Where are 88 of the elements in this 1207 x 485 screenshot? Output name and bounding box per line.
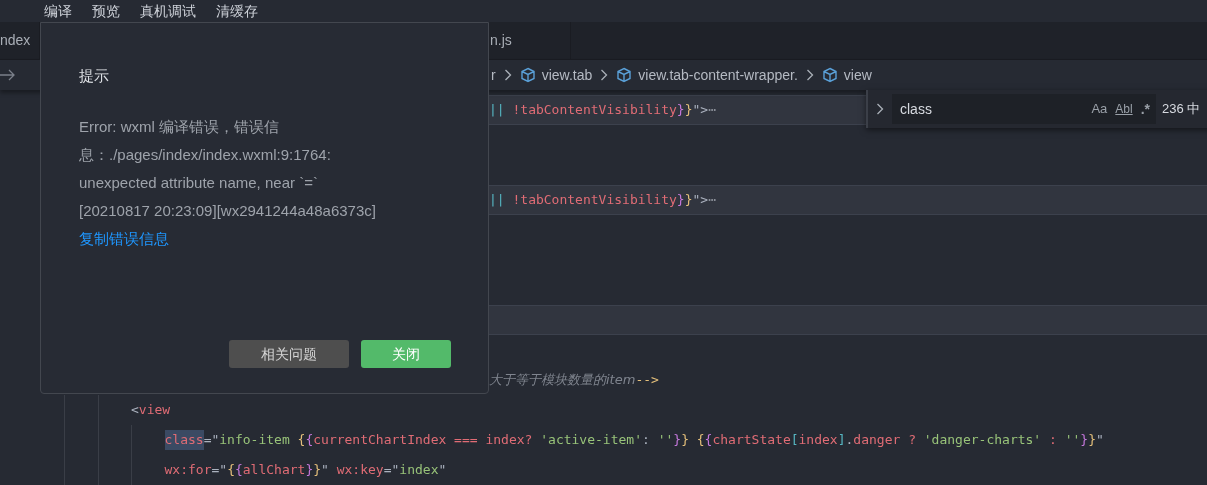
code-token: { xyxy=(704,431,713,450)
code-token: { xyxy=(234,461,243,480)
breadcrumb-item[interactable]: r xyxy=(491,64,496,86)
code-token: } xyxy=(676,191,685,210)
forward-arrow-icon[interactable] xyxy=(0,68,16,82)
code-token: } xyxy=(676,101,685,120)
breadcrumb-item[interactable]: view.tab-content-wrapper. xyxy=(638,64,798,86)
code-token: tabContentVisibility xyxy=(520,101,677,120)
code-token: ] xyxy=(837,431,846,450)
match-count: 236 中 xyxy=(1162,100,1201,119)
code-token: chartState xyxy=(712,431,791,450)
code-token: } xyxy=(305,461,314,480)
code-token: =" xyxy=(211,461,228,480)
fold-ellipsis[interactable]: ⋯ xyxy=(708,100,716,120)
code-token: { xyxy=(227,461,235,480)
code-token: : xyxy=(1048,431,1058,450)
chevron-right-icon xyxy=(805,69,814,81)
code-token: . xyxy=(845,431,854,450)
chevron-right-icon xyxy=(600,69,609,81)
code-token: wx:key xyxy=(336,461,384,480)
code-token: || xyxy=(489,191,505,210)
code-token: " xyxy=(321,461,330,480)
code-token: index xyxy=(798,431,838,450)
code-token: tabContentVisibility xyxy=(520,191,677,210)
error-message: unexpected attribute name, near `=` xyxy=(79,173,318,193)
code-token: 大于等于模块数量的item xyxy=(489,371,636,390)
code-token: ? xyxy=(907,431,917,450)
related-issues-button[interactable]: 相关问题 xyxy=(229,340,349,368)
code-token: ! xyxy=(511,101,521,120)
code-token: --> xyxy=(635,371,659,390)
code-token: { xyxy=(297,431,306,450)
code-token: " xyxy=(1096,431,1104,450)
input-value: class xyxy=(900,99,933,119)
code-token: 'active-item' xyxy=(540,431,642,450)
code-token: } xyxy=(684,191,693,210)
code-token: =" xyxy=(383,461,400,480)
breadcrumb-item[interactable]: view xyxy=(843,64,872,86)
code-token: { xyxy=(695,431,705,450)
find-option-toggle[interactable]: .* xyxy=(1140,98,1150,120)
code-token: info-item xyxy=(219,431,291,450)
code-token: '' xyxy=(657,431,674,450)
error-message: 息：./pages/index/index.wxml:9:1764: xyxy=(79,145,331,165)
copy-error-link[interactable]: 复制错误信息 xyxy=(79,225,169,253)
code-token: danger xyxy=(853,431,901,450)
code-token: } xyxy=(681,431,689,450)
code-token: "> xyxy=(692,191,709,210)
error-message: Error: wxml 编译错误，错误信 xyxy=(79,117,279,137)
code-token: === xyxy=(453,431,479,450)
cube-icon xyxy=(821,67,838,83)
code-token: : xyxy=(642,431,651,450)
dialog-title: 提示 xyxy=(79,66,109,86)
code-token: [ xyxy=(790,431,799,450)
chevron-right-icon[interactable] xyxy=(876,103,884,115)
code-token: view xyxy=(138,401,171,420)
code-token: " xyxy=(438,461,447,480)
code-token: '' xyxy=(1064,431,1081,450)
find-option-toggle[interactable]: Aa xyxy=(1091,99,1108,119)
code-token: } xyxy=(1080,431,1089,450)
code-token: currentChartIndex xyxy=(313,431,447,450)
code-token: < xyxy=(131,401,139,420)
code-token: 'danger-charts' xyxy=(923,431,1042,450)
find-option-toggle[interactable]: Abl xyxy=(1115,100,1133,118)
menu-item[interactable]: 清缓存 xyxy=(216,4,258,18)
code-token: ! xyxy=(511,191,521,210)
code-token: } xyxy=(1088,431,1096,450)
chevron-right-icon xyxy=(503,69,512,81)
code-token: ? xyxy=(524,431,534,450)
code-token: } xyxy=(313,461,322,480)
code-token: allChart xyxy=(242,461,306,480)
code-token: "> xyxy=(692,101,709,120)
fold-ellipsis[interactable]: ⋯ xyxy=(708,190,716,210)
code-token: { xyxy=(305,431,314,450)
code-token: || xyxy=(489,101,505,120)
breadcrumb-item[interactable]: view.tab xyxy=(541,64,593,86)
menu-item[interactable]: 编译 xyxy=(44,4,72,18)
error-message: [20210817 20:23:09][wx2941244a48a6373c] xyxy=(79,201,376,221)
menu-item[interactable]: 真机调试 xyxy=(140,4,196,18)
code-token: index xyxy=(399,461,439,480)
code-token: } xyxy=(684,101,693,120)
code-token: wx:for xyxy=(164,461,212,480)
search-match: class xyxy=(164,430,204,450)
cube-icon xyxy=(616,67,633,83)
code-token: index xyxy=(485,431,525,450)
find-input[interactable]: class Aa Abl .* xyxy=(892,94,1156,124)
menu-item[interactable]: 预览 xyxy=(92,4,120,18)
cube-icon xyxy=(519,67,536,83)
code-token: } xyxy=(673,431,682,450)
code-token: =" xyxy=(203,431,220,450)
